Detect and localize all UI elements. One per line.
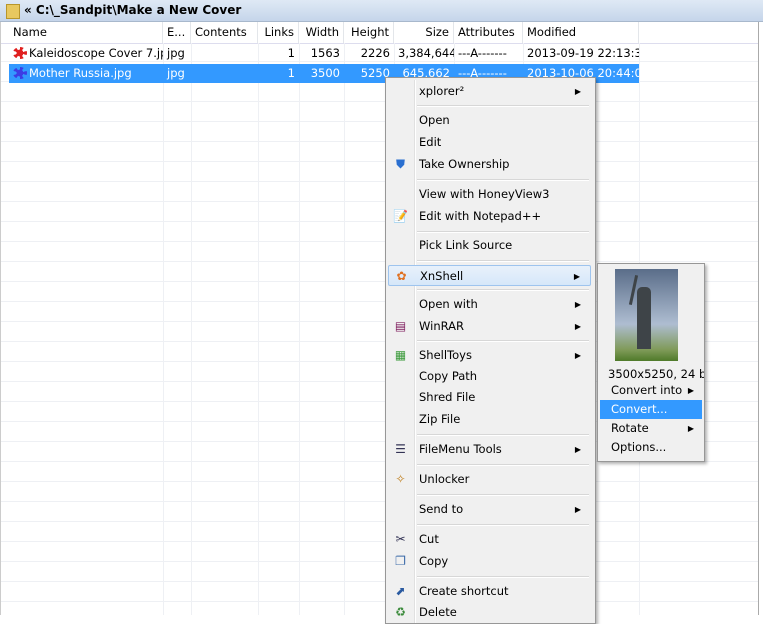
menu-item-edit[interactable]: Edit xyxy=(388,132,591,153)
menu-item-shred-file[interactable]: Shred File xyxy=(388,387,591,408)
menu-item-send-to[interactable]: Send to ▶ xyxy=(388,499,591,520)
menu-item-xnshell[interactable]: ✿ XnShell ▶ xyxy=(388,265,591,286)
copy-icon: ❐ xyxy=(395,554,406,568)
file-height: 2226 xyxy=(360,46,390,60)
submenu-convert[interactable]: Convert... xyxy=(600,400,702,419)
xnshell-submenu: 3500x5250, 24 bpp Convert into▶ Convert.… xyxy=(597,263,705,462)
scissors-icon: ✂ xyxy=(395,532,406,546)
chevron-right-icon: ▶ xyxy=(574,445,581,454)
chevron-right-icon: ▶ xyxy=(687,386,694,395)
file-size: 3,384,644 xyxy=(398,46,454,60)
menu-item-shelltoys[interactable]: ▦ ShellToys ▶ xyxy=(388,345,591,366)
menu-item-filemenu-tools[interactable]: ☰ FileMenu Tools ▶ xyxy=(388,439,591,460)
file-links: 1 xyxy=(287,66,295,80)
chevron-right-icon: ▶ xyxy=(574,300,581,309)
file-links: 1 xyxy=(287,46,295,60)
context-menu: xplorer² ▶ Open Edit ⛊ Take Ownership View… xyxy=(385,77,596,624)
column-attributes[interactable]: Attributes xyxy=(454,22,523,43)
file-ext: jpg xyxy=(167,46,185,60)
file-modified: 2013-09-19 22:13:38 xyxy=(527,46,639,60)
menu-item-unlocker[interactable]: ✧ Unlocker xyxy=(388,469,591,490)
path-label: « C:\_Sandpit\Make a New Cover xyxy=(24,3,242,17)
menu-item-zip-file[interactable]: Zip File xyxy=(388,409,591,430)
menu-item-honeyview[interactable]: View with HoneyView3 xyxy=(388,184,591,205)
menu-item-xplorer[interactable]: xplorer² ▶ xyxy=(388,81,591,102)
address-bar[interactable]: « C:\_Sandpit\Make a New Cover xyxy=(0,0,763,22)
menu-item-delete[interactable]: ♻ Delete xyxy=(388,602,591,623)
xnshell-icon: ✿ xyxy=(396,269,407,283)
menu-item-take-ownership[interactable]: ⛊ Take Ownership xyxy=(388,154,591,175)
folder-icon xyxy=(6,4,20,19)
file-attributes: ---A------- xyxy=(458,46,507,60)
file-width: 3500 xyxy=(310,66,340,80)
shield-icon: ⛊ xyxy=(395,157,405,171)
column-ext[interactable]: E... xyxy=(163,22,191,43)
winrar-icon: ▤ xyxy=(394,319,407,333)
file-name: Kaleidoscope Cover 7.jpg xyxy=(29,46,163,60)
menu-item-notepad[interactable]: 📝 Edit with Notepad++ xyxy=(388,206,591,227)
column-height[interactable]: Height xyxy=(344,22,394,43)
submenu-convert-into[interactable]: Convert into ▶ xyxy=(600,381,702,400)
image-thumbnail xyxy=(615,269,678,361)
submenu-options[interactable]: Options... xyxy=(600,438,702,457)
menu-item-open[interactable]: Open xyxy=(388,110,591,131)
menu-item-copy[interactable]: ❐ Copy xyxy=(388,551,591,572)
column-name[interactable]: Name xyxy=(9,22,163,43)
chevron-right-icon: ▶ xyxy=(574,322,581,331)
wand-icon: ✧ xyxy=(395,472,406,486)
column-size[interactable]: Size xyxy=(394,22,454,43)
column-modified[interactable]: Modified xyxy=(523,22,639,43)
shortcut-icon: ⬈ xyxy=(395,584,406,598)
chevron-right-icon: ▶ xyxy=(687,424,694,433)
image-file-icon xyxy=(13,47,27,59)
file-name: Mother Russia.jpg xyxy=(29,66,132,80)
delete-icon: ♻ xyxy=(395,605,406,619)
table-row[interactable]: Kaleidoscope Cover 7.jpg jpg 1 1563 2226… xyxy=(9,44,639,63)
submenu-rotate[interactable]: Rotate ▶ xyxy=(600,419,702,438)
menu-item-cut[interactable]: ✂ Cut xyxy=(388,529,591,550)
filemenu-tools-icon: ☰ xyxy=(395,442,406,456)
menu-item-create-shortcut[interactable]: ⬈ Create shortcut xyxy=(388,581,591,602)
column-width[interactable]: Width xyxy=(299,22,344,43)
shelltoys-icon: ▦ xyxy=(394,348,407,362)
file-ext: jpg xyxy=(167,66,185,80)
column-contents[interactable]: Contents xyxy=(191,22,258,43)
column-header: Name E... Contents Links Width Height Si… xyxy=(1,22,758,44)
menu-item-copy-path[interactable]: Copy Path xyxy=(388,366,591,387)
menu-item-pick-link-source[interactable]: Pick Link Source xyxy=(388,235,591,256)
menu-item-open-with[interactable]: Open with ▶ xyxy=(388,294,591,315)
menu-item-winrar[interactable]: ▤ WinRAR ▶ xyxy=(388,316,591,337)
chevron-right-icon: ▶ xyxy=(574,505,581,514)
chevron-right-icon: ▶ xyxy=(574,87,581,96)
column-links[interactable]: Links xyxy=(258,22,299,43)
file-width: 1563 xyxy=(310,46,340,60)
chevron-right-icon: ▶ xyxy=(573,272,580,281)
chevron-right-icon: ▶ xyxy=(574,351,581,360)
notepad-icon: 📝 xyxy=(393,209,408,223)
image-file-icon xyxy=(13,67,27,79)
